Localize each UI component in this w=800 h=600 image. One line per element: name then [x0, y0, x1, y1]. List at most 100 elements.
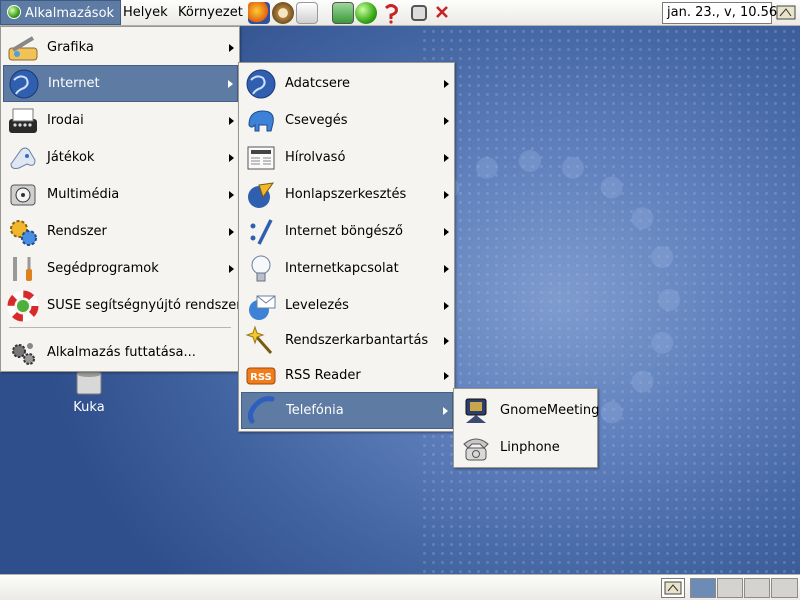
- menu-item-label: Rendszerkarbantartás: [285, 333, 429, 348]
- menu-item-mail[interactable]: Levelezés: [241, 287, 453, 324]
- submenu-arrow-icon: [229, 227, 234, 236]
- show-desktop-icon[interactable]: [661, 578, 685, 598]
- menu-item-rss-reader[interactable]: RSS RSS Reader: [241, 357, 453, 394]
- compass-icon[interactable]: [272, 2, 294, 24]
- submenu-arrow-icon: [229, 43, 234, 52]
- menu-item-internet-connection[interactable]: Internetkapcsolat: [241, 250, 453, 287]
- telephony-submenu: GnomeMeeting Linphone: [453, 388, 600, 468]
- wand-icon: [245, 324, 277, 357]
- menu-item-file-sharing[interactable]: Adatcsere: [241, 65, 453, 102]
- submenu-arrow-icon: [228, 79, 233, 88]
- menu-item-label: Csevegés: [285, 113, 348, 128]
- menu-applications[interactable]: Alkalmazások: [0, 0, 122, 25]
- submenu-arrow-icon: [229, 116, 234, 125]
- menu-applications-label: Alkalmazások: [25, 6, 115, 21]
- internet-submenu: Adatcsere Csevegés Hírolvasó Honlapszerk…: [238, 62, 455, 432]
- menu-item-games[interactable]: Játékok: [3, 139, 238, 176]
- menu-item-chat[interactable]: Csevegés: [241, 102, 453, 139]
- globe-icon: [245, 68, 277, 100]
- window-list-icon[interactable]: [411, 5, 427, 21]
- graphics-icon: [7, 32, 39, 64]
- menu-item-suse-help[interactable]: SUSE segítségnyújtó rendszer: [3, 287, 242, 324]
- desktop-icon-label: Kuka: [73, 400, 105, 415]
- gnomemeeting-icon: [460, 395, 492, 427]
- top-panel: Alkalmazások Helyek Környezet jan. 23., …: [0, 0, 800, 26]
- submenu-arrow-icon: [444, 116, 449, 125]
- elephant-icon: [245, 105, 277, 137]
- globe-icon: [8, 68, 40, 100]
- typewriter-icon: [7, 105, 39, 137]
- firefox-icon[interactable]: [248, 2, 270, 24]
- menu-item-multimedia[interactable]: Multimédia: [3, 176, 238, 213]
- help-icon[interactable]: [380, 2, 402, 24]
- menu-item-label: Multimédia: [47, 187, 120, 202]
- tools-icon: [7, 253, 39, 285]
- green-ball-icon[interactable]: [355, 2, 377, 24]
- menu-separator: [9, 327, 231, 328]
- menu-item-web-editing[interactable]: Honlapszerkesztés: [241, 176, 453, 213]
- gears-icon: [7, 216, 39, 248]
- menu-item-label: Adatcsere: [285, 76, 350, 91]
- submenu-arrow-icon: [444, 79, 449, 88]
- web-editor-icon: [245, 179, 277, 211]
- menu-item-label: Segédprogramok: [47, 261, 159, 276]
- menu-item-system[interactable]: Rendszer: [3, 213, 238, 250]
- menu-item-label: Telefónia: [286, 403, 344, 418]
- menu-item-label: Grafika: [47, 40, 94, 55]
- run-icon: [7, 337, 39, 369]
- workspace-2[interactable]: [717, 578, 743, 598]
- menu-item-linphone[interactable]: Linphone: [456, 429, 596, 466]
- submenu-arrow-icon: [444, 301, 449, 310]
- mail-icon: [245, 290, 277, 322]
- menu-item-label: Internetkapcsolat: [285, 261, 399, 276]
- svg-text:RSS: RSS: [250, 372, 272, 383]
- menu-item-label: Hírolvasó: [285, 150, 346, 165]
- clock[interactable]: jan. 23., v, 10.56: [662, 2, 777, 24]
- menu-item-newsreader[interactable]: Hírolvasó: [241, 139, 453, 176]
- menu-item-label: GnomeMeeting: [500, 403, 600, 418]
- submenu-arrow-icon: [229, 153, 234, 162]
- submenu-arrow-icon: [444, 190, 449, 199]
- menu-item-label: Internet böngésző: [285, 224, 403, 239]
- menu-item-label: SUSE segítségnyújtó rendszer: [47, 298, 242, 313]
- menu-item-internet[interactable]: Internet: [3, 65, 238, 102]
- notification-tray-icon[interactable]: [776, 4, 798, 22]
- menu-item-office[interactable]: Irodai: [3, 102, 238, 139]
- menu-item-run-application[interactable]: Alkalmazás futtatása...: [3, 334, 238, 371]
- submenu-arrow-icon: [444, 153, 449, 162]
- browser-icon: [245, 216, 277, 248]
- submenu-arrow-icon: [444, 264, 449, 273]
- menu-item-web-browser[interactable]: Internet böngésző: [241, 213, 453, 250]
- gamepad-icon: [7, 142, 39, 174]
- menu-item-gnomemeeting[interactable]: GnomeMeeting: [456, 392, 600, 429]
- submenu-arrow-icon: [229, 264, 234, 273]
- submenu-arrow-icon: [229, 190, 234, 199]
- menu-item-system-maintenance[interactable]: Rendszerkarbantartás: [241, 322, 453, 359]
- desktop-icon-trash[interactable]: Kuka: [66, 371, 112, 415]
- trash-icon: [76, 371, 102, 395]
- multimedia-icon: [7, 179, 39, 211]
- menu-item-label: Internet: [48, 76, 100, 91]
- close-icon[interactable]: [434, 3, 456, 25]
- menu-desktop[interactable]: Környezet: [172, 0, 249, 25]
- bottom-panel: [0, 574, 800, 600]
- menu-item-utilities[interactable]: Segédprogramok: [3, 250, 238, 287]
- lifebuoy-icon: [7, 290, 39, 322]
- submenu-arrow-icon: [444, 336, 449, 345]
- lightbulb-icon: [245, 253, 277, 285]
- document-icon[interactable]: [296, 2, 318, 24]
- menu-item-telephony[interactable]: Telefónia: [241, 392, 453, 429]
- suse-logo-icon: [7, 5, 21, 19]
- workspace-3[interactable]: [744, 578, 770, 598]
- menu-item-graphics[interactable]: Grafika: [3, 29, 238, 66]
- submenu-arrow-icon: [444, 371, 449, 380]
- workspace-4[interactable]: [771, 578, 798, 598]
- old-phone-icon: [460, 432, 492, 464]
- submenu-arrow-icon: [443, 406, 448, 415]
- menu-item-label: Linphone: [500, 440, 560, 455]
- menu-item-label: Irodai: [47, 113, 84, 128]
- workspace-1[interactable]: [690, 578, 716, 598]
- monitor-icon[interactable]: [332, 2, 354, 24]
- menu-places[interactable]: Helyek: [117, 0, 174, 25]
- newspaper-icon: [245, 142, 277, 174]
